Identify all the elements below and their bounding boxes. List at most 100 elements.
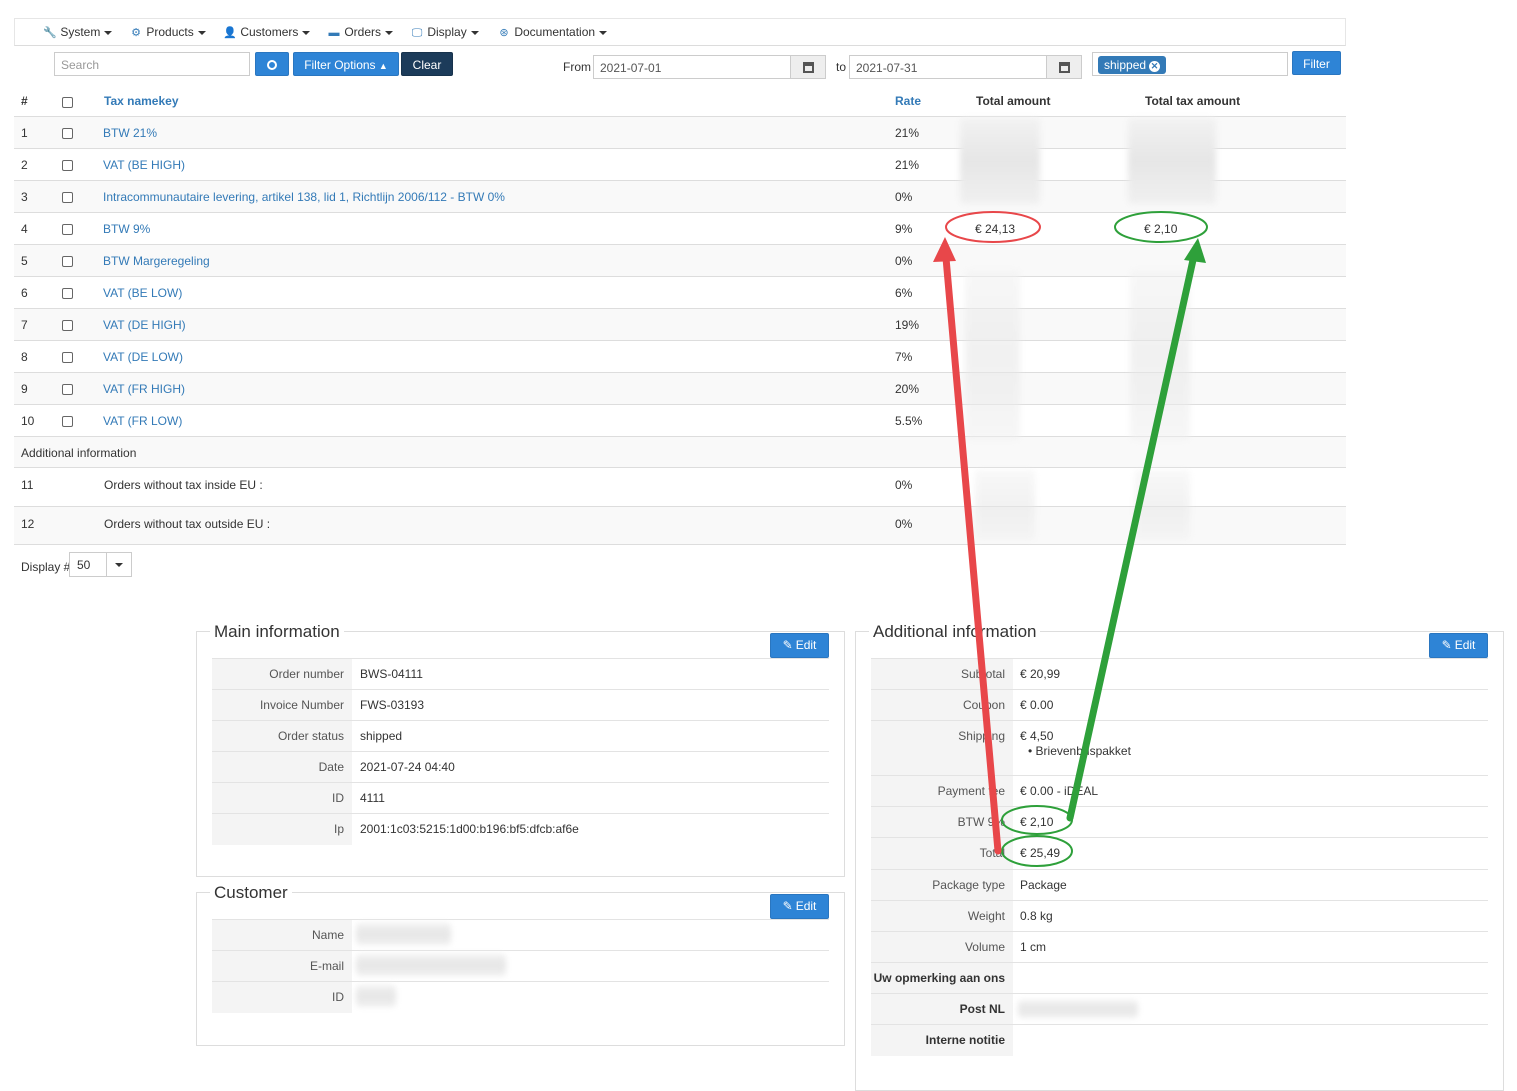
row-checkbox[interactable] xyxy=(62,192,73,203)
field-label: Interne notitie xyxy=(871,1025,1013,1056)
header-tax-namekey[interactable]: Tax namekey xyxy=(104,94,179,108)
field-label: Name xyxy=(212,920,352,950)
row-number: 5 xyxy=(21,254,28,268)
row-checkbox[interactable] xyxy=(62,128,73,139)
edit-customer-button[interactable]: ✎ Edit xyxy=(770,894,829,919)
rate-cell: 21% xyxy=(895,126,920,140)
edit-label: Edit xyxy=(795,638,817,652)
edit-label: Edit xyxy=(1454,638,1476,652)
tax-name-link[interactable]: VAT (BE HIGH) xyxy=(103,158,185,172)
to-date-input[interactable]: 2021-07-31 xyxy=(849,55,1047,79)
row-checkbox[interactable] xyxy=(62,384,73,395)
main-information-title: Main information xyxy=(210,622,344,642)
redacted-customer-id xyxy=(356,985,396,1007)
row-number: 6 xyxy=(21,286,28,300)
row-number: 2 xyxy=(21,158,28,172)
redacted-name xyxy=(356,923,451,945)
header-number: # xyxy=(21,94,28,108)
nav-products[interactable]: ⚙ Products xyxy=(129,25,206,39)
tax-name-link[interactable]: VAT (FR HIGH) xyxy=(103,382,185,396)
redacted-postnl xyxy=(1018,1000,1138,1018)
customer-title: Customer xyxy=(210,883,292,903)
row-checkbox[interactable] xyxy=(62,160,73,171)
search-button[interactable] xyxy=(255,52,289,76)
tax-name-link[interactable]: VAT (FR LOW) xyxy=(103,414,182,428)
nav-system[interactable]: 🔧 System xyxy=(43,25,113,39)
chevron-up-icon: ▲ xyxy=(378,61,388,71)
from-label: From xyxy=(563,60,591,74)
user-icon: 👤 xyxy=(223,27,237,39)
rate-cell: 0% xyxy=(895,517,913,531)
display-count-select[interactable]: 50 xyxy=(69,552,132,577)
caret-down-icon xyxy=(470,30,479,35)
nav-customers-label: Customers xyxy=(240,25,299,39)
rate-cell: 0% xyxy=(895,190,913,204)
tax-name-link[interactable]: BTW 21% xyxy=(103,126,157,140)
calendar-icon xyxy=(803,62,814,73)
field-label: Post NL xyxy=(871,994,1013,1025)
field-label: BTW 9% xyxy=(871,807,1013,837)
status-tag[interactable]: shipped ✕ xyxy=(1098,56,1167,74)
additional-information-title: Additional information xyxy=(869,622,1041,642)
total-amount-cell: € 24,13 xyxy=(975,222,1016,236)
nav-customers[interactable]: 👤 Customers xyxy=(223,25,311,39)
filter-options-label: Filter Options xyxy=(304,58,376,72)
remove-tag-icon[interactable]: ✕ xyxy=(1149,61,1161,72)
nav-documentation[interactable]: ⊛ Documentation xyxy=(497,25,608,39)
date-value: 2021-07-24 04:40 xyxy=(360,760,455,774)
subtotal-value: € 20,99 xyxy=(1020,667,1061,681)
tax-name-link[interactable]: BTW 9% xyxy=(103,222,150,236)
caret-down-icon xyxy=(599,30,608,35)
field-label: Coupon xyxy=(871,690,1013,720)
row-checkbox[interactable] xyxy=(62,320,73,331)
btw-value: € 2,10 xyxy=(1020,815,1054,829)
shipping-method-label: Brievenbuspakket xyxy=(1035,744,1131,758)
to-calendar-button[interactable] xyxy=(1046,55,1082,79)
table-row: 4 BTW 9% 9% € 24,13 € 2,10 xyxy=(14,212,1346,244)
invoice-number-value: FWS-03193 xyxy=(360,698,425,712)
edit-main-information-button[interactable]: ✎ Edit xyxy=(770,633,829,658)
rate-cell: 7% xyxy=(895,350,913,364)
package-type-value: Package xyxy=(1020,878,1067,892)
pencil-icon: ✎ xyxy=(782,638,793,652)
row-checkbox[interactable] xyxy=(62,288,73,299)
clear-button[interactable]: Clear xyxy=(401,52,453,76)
select-all-checkbox[interactable] xyxy=(62,97,73,108)
header-rate[interactable]: Rate xyxy=(895,94,921,108)
filter-options-button[interactable]: Filter Options ▲ xyxy=(293,52,399,76)
rate-cell: 5.5% xyxy=(895,414,923,428)
row-checkbox[interactable] xyxy=(62,416,73,427)
nav-system-label: System xyxy=(60,25,101,39)
field-label: Date xyxy=(212,752,352,783)
search-input[interactable]: Search xyxy=(54,52,250,76)
from-calendar-button[interactable] xyxy=(790,55,826,79)
redacted-tax-amounts xyxy=(1130,270,1190,440)
from-date-input[interactable]: 2021-07-01 xyxy=(593,55,791,79)
edit-additional-information-button[interactable]: ✎ Edit xyxy=(1429,633,1488,658)
row-checkbox[interactable] xyxy=(62,224,73,235)
tax-name-link[interactable]: VAT (DE HIGH) xyxy=(103,318,186,332)
tax-name-link[interactable]: BTW Margeregeling xyxy=(103,254,210,268)
additional-info-heading: Additional information xyxy=(21,446,137,460)
row-number: 11 xyxy=(21,478,34,492)
field-label: E-mail xyxy=(212,951,352,981)
field-label: Ip xyxy=(212,814,352,845)
row-checkbox[interactable] xyxy=(62,352,73,363)
tax-name-link[interactable]: VAT (BE LOW) xyxy=(103,286,182,300)
display-label: Display # xyxy=(21,560,71,574)
lifebuoy-icon: ⊛ xyxy=(499,27,509,39)
nav-orders[interactable]: ▬ Orders xyxy=(327,25,394,39)
filter-button[interactable]: Filter xyxy=(1292,51,1341,75)
nav-display[interactable]: 🖵 Display xyxy=(410,25,479,40)
tax-name-link[interactable]: Intracommunautaire levering, artikel 138… xyxy=(103,190,505,204)
calendar-icon xyxy=(1059,62,1070,73)
tax-name-link[interactable]: VAT (DE LOW) xyxy=(103,350,183,364)
row-number: 1 xyxy=(21,126,28,140)
rate-cell: 21% xyxy=(895,158,920,172)
row-number: 7 xyxy=(21,318,28,332)
coupon-value: € 0.00 xyxy=(1020,698,1054,712)
shipping-method: • Brievenbuspakket xyxy=(1028,744,1131,758)
caret-down-icon xyxy=(115,563,123,567)
row-number: 4 xyxy=(21,222,28,236)
row-checkbox[interactable] xyxy=(62,256,73,267)
